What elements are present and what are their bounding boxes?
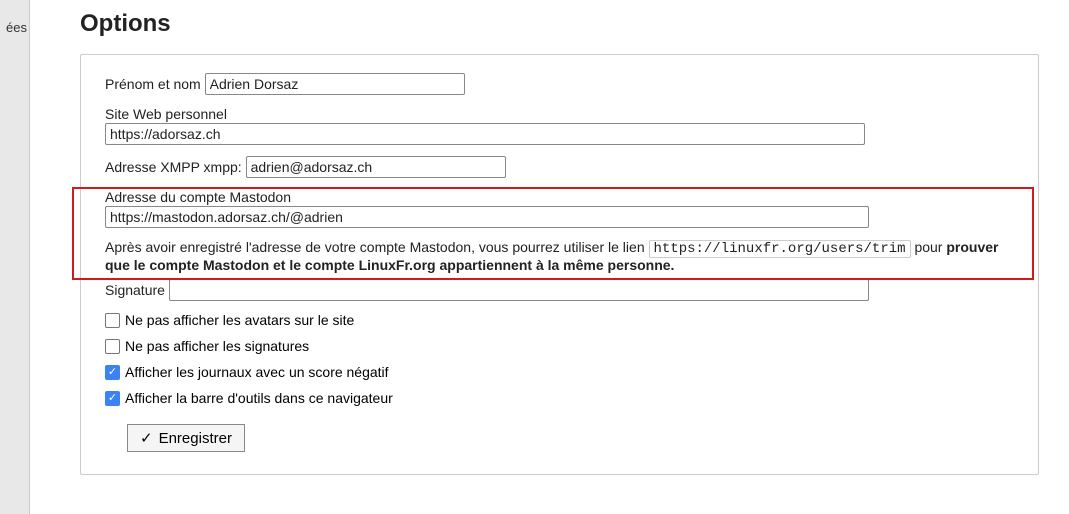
checkbox-signatures-box[interactable] bbox=[105, 339, 120, 354]
page-title: Options bbox=[80, 10, 1039, 38]
help-url: https://linuxfr.org/users/trim bbox=[649, 240, 911, 258]
main-panel: Options Prénom et nom Site Web personnel… bbox=[30, 0, 1069, 514]
field-website: Site Web personnel bbox=[105, 106, 1014, 145]
help-pre: Après avoir enregistré l'adresse de votr… bbox=[105, 239, 649, 255]
input-website[interactable] bbox=[105, 123, 865, 145]
field-xmpp: Adresse XMPP xmpp: bbox=[105, 156, 1014, 178]
checkbox-journals[interactable]: ✓ Afficher les journaux avec un score né… bbox=[105, 364, 1014, 380]
checkbox-toolbar[interactable]: ✓ Afficher la barre d'outils dans ce nav… bbox=[105, 390, 1014, 406]
label-signature: Signature bbox=[105, 282, 165, 298]
field-name: Prénom et nom bbox=[105, 73, 1014, 95]
label-name: Prénom et nom bbox=[105, 76, 201, 92]
input-mastodon[interactable] bbox=[105, 206, 869, 228]
checkbox-journals-label: Afficher les journaux avec un score néga… bbox=[125, 364, 389, 380]
input-xmpp[interactable] bbox=[246, 156, 506, 178]
save-button-label: Enregistrer bbox=[159, 430, 232, 447]
field-mastodon: Adresse du compte Mastodon bbox=[105, 189, 1014, 228]
checkbox-avatars[interactable]: Ne pas afficher les avatars sur le site bbox=[105, 312, 1014, 328]
checkbox-avatars-label: Ne pas afficher les avatars sur le site bbox=[125, 312, 354, 328]
checkbox-avatars-box[interactable] bbox=[105, 313, 120, 328]
help-mid: pour bbox=[914, 239, 946, 255]
save-button[interactable]: ✓ Enregistrer bbox=[127, 424, 245, 452]
input-signature[interactable] bbox=[169, 279, 869, 301]
mastodon-help-text: Après avoir enregistré l'adresse de votr… bbox=[105, 239, 1014, 273]
label-mastodon: Adresse du compte Mastodon bbox=[105, 189, 1014, 205]
options-box: Prénom et nom Site Web personnel Adresse… bbox=[80, 54, 1039, 475]
checkbox-signatures-label: Ne pas afficher les signatures bbox=[125, 338, 309, 354]
checkbox-journals-box[interactable]: ✓ bbox=[105, 365, 120, 380]
field-signature: Signature bbox=[105, 279, 1014, 301]
fragment-text-1: ées bbox=[0, 20, 29, 35]
input-name[interactable] bbox=[205, 73, 465, 95]
left-sidebar-fragment: ées bbox=[0, 0, 30, 514]
checkbox-toolbar-label: Afficher la barre d'outils dans ce navig… bbox=[125, 390, 393, 406]
checkbox-toolbar-box[interactable]: ✓ bbox=[105, 391, 120, 406]
checkbox-signatures[interactable]: Ne pas afficher les signatures bbox=[105, 338, 1014, 354]
label-website: Site Web personnel bbox=[105, 106, 1014, 122]
check-icon: ✓ bbox=[140, 429, 153, 447]
label-xmpp: Adresse XMPP xmpp: bbox=[105, 159, 242, 175]
